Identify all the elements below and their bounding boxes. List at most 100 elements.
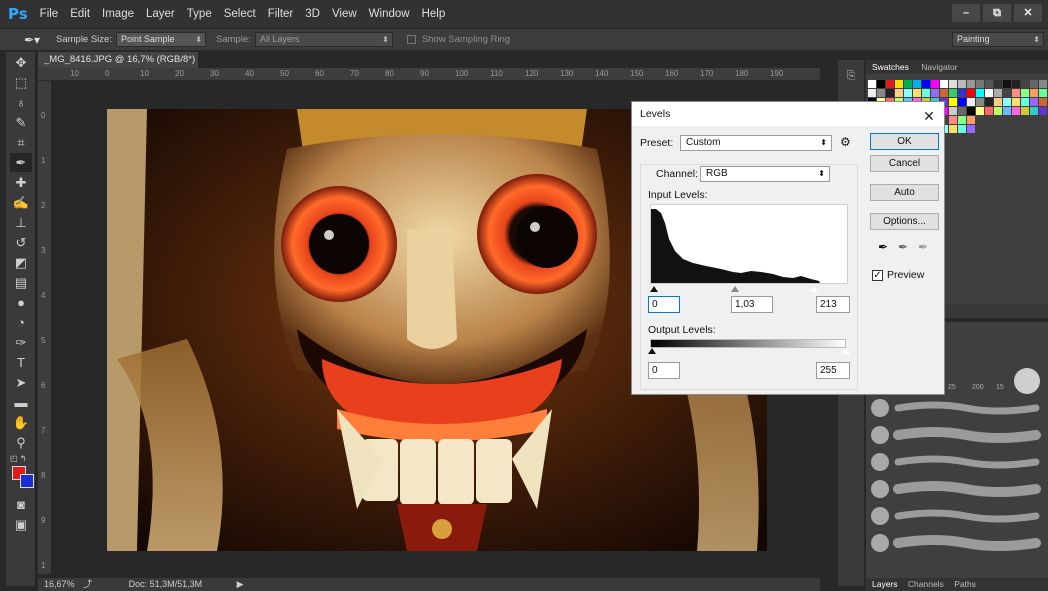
swatch[interactable] [994,107,1002,115]
cancel-button[interactable]: Cancel [870,155,939,172]
swatch[interactable] [1012,80,1020,88]
swatch[interactable] [985,80,993,88]
levels-title-bar[interactable]: Levels ✕ [632,102,944,126]
swatch[interactable] [931,89,939,97]
tab-channels[interactable]: Channels [908,579,944,589]
swatch[interactable] [1012,89,1020,97]
path-select-tool-icon[interactable]: ➤ [10,373,32,392]
brush-stroke-preview[interactable] [894,455,1040,469]
swatch[interactable] [1030,98,1038,106]
status-menu-arrow-icon[interactable]: ▶ [237,579,244,589]
swatch[interactable] [985,98,993,106]
swatch[interactable] [1003,107,1011,115]
brush-tip-icon[interactable] [871,399,889,417]
eyedropper-tool-preset-icon[interactable]: ✒▾ [24,33,46,47]
brush-size-200[interactable]: 200 [972,384,984,391]
marquee-tool-icon[interactable]: ⬚ [10,73,32,92]
color-swatches[interactable] [10,466,34,494]
swatch[interactable] [1021,98,1029,106]
brush-stroke-preview[interactable] [893,481,1041,497]
brush-stroke-preview[interactable] [893,427,1041,443]
input-gamma-field[interactable]: 1,03 [731,296,773,313]
swatch[interactable] [1021,107,1029,115]
swatch[interactable] [1039,80,1047,88]
swatch[interactable] [958,116,966,124]
swatch[interactable] [904,80,912,88]
brush-tip-icon[interactable] [871,453,889,471]
swatch[interactable] [985,89,993,97]
swatch[interactable] [967,80,975,88]
input-gamma-slider[interactable] [731,286,739,292]
preview-checkbox[interactable]: ✓ [872,270,883,281]
swatch[interactable] [940,80,948,88]
hand-tool-icon[interactable]: ✋ [10,413,32,432]
input-white-field[interactable]: 213 [816,296,850,313]
swatch[interactable] [1030,107,1038,115]
brush-tip-icon[interactable] [871,507,889,525]
pen-tool-icon[interactable]: ✑ [10,333,32,352]
swatch[interactable] [868,89,876,97]
input-white-slider[interactable] [810,286,818,292]
zoom-level[interactable]: 16,67% [44,579,75,589]
swatch[interactable] [1030,80,1038,88]
swatch[interactable] [868,80,876,88]
swatch[interactable] [1012,107,1020,115]
swatch[interactable] [1021,89,1029,97]
swatch[interactable] [967,89,975,97]
eyedropper-tool-icon[interactable]: ✒ [10,153,32,172]
input-black-slider[interactable] [650,286,658,292]
swatch[interactable] [949,80,957,88]
rectangle-tool-icon[interactable]: ▬ [10,393,32,412]
quick-mask-icon[interactable]: ◙ [10,495,32,514]
eraser-tool-icon[interactable]: ◩ [10,253,32,272]
swatch[interactable] [931,80,939,88]
brush-stroke-preview[interactable] [893,535,1041,551]
swatch[interactable] [895,80,903,88]
history-panel-icon[interactable]: ⎘ [842,70,860,88]
white-point-eyedropper-icon[interactable]: ✒ [918,240,928,254]
auto-button[interactable]: Auto [870,184,939,201]
type-tool-icon[interactable]: T [10,353,32,372]
swatch[interactable] [967,125,975,133]
tab-swatches[interactable]: Swatches [872,62,909,72]
output-white-field[interactable]: 255 [816,362,850,379]
swatch[interactable] [958,107,966,115]
menu-select[interactable]: Select [224,8,256,20]
input-black-field[interactable]: 0 [648,296,680,313]
brush-stroke-list[interactable] [866,392,1048,562]
screen-mode-icon[interactable]: ▣ [10,515,32,534]
output-black-slider[interactable] [648,348,656,354]
show-ring-checkbox[interactable] [406,35,416,44]
menu-view[interactable]: View [332,8,357,20]
swatch[interactable] [922,89,930,97]
preset-options-gear-icon[interactable]: ⚙ [840,135,851,149]
swatch[interactable] [886,80,894,88]
ok-button[interactable]: OK [870,133,939,150]
zoom-tool-icon[interactable]: ⚲ [10,433,32,452]
menu-image[interactable]: Image [102,8,134,20]
menu-help[interactable]: Help [422,8,446,20]
restore-button[interactable]: ⧉ [983,4,1011,22]
swatch[interactable] [1012,98,1020,106]
blur-tool-icon[interactable]: ● [10,293,32,312]
swatch[interactable] [949,89,957,97]
brush-tool-icon[interactable]: ✍ [10,193,32,212]
menu-window[interactable]: Window [369,8,410,20]
menu-type[interactable]: Type [187,8,212,20]
swatch[interactable] [976,80,984,88]
menu-layer[interactable]: Layer [146,8,175,20]
minimize-button[interactable]: – [952,4,980,22]
clone-stamp-tool-icon[interactable]: ⊥ [10,213,32,232]
brush-tip-icon[interactable] [871,534,889,552]
menu-filter[interactable]: Filter [268,8,294,20]
swatch[interactable] [958,125,966,133]
swatch[interactable] [1003,89,1011,97]
background-color[interactable] [20,474,34,488]
export-icon[interactable]: ⤴ [83,579,92,589]
brush-stroke-preview[interactable] [894,509,1040,523]
swatch[interactable] [976,98,984,106]
dodge-tool-icon[interactable]: ◔ [10,313,32,332]
brush-size-25[interactable]: 25 [948,384,956,391]
swatch[interactable] [886,89,894,97]
document-tab[interactable]: _MG_8416.JPG @ 16,7% (RGB/8*) × [38,52,198,81]
